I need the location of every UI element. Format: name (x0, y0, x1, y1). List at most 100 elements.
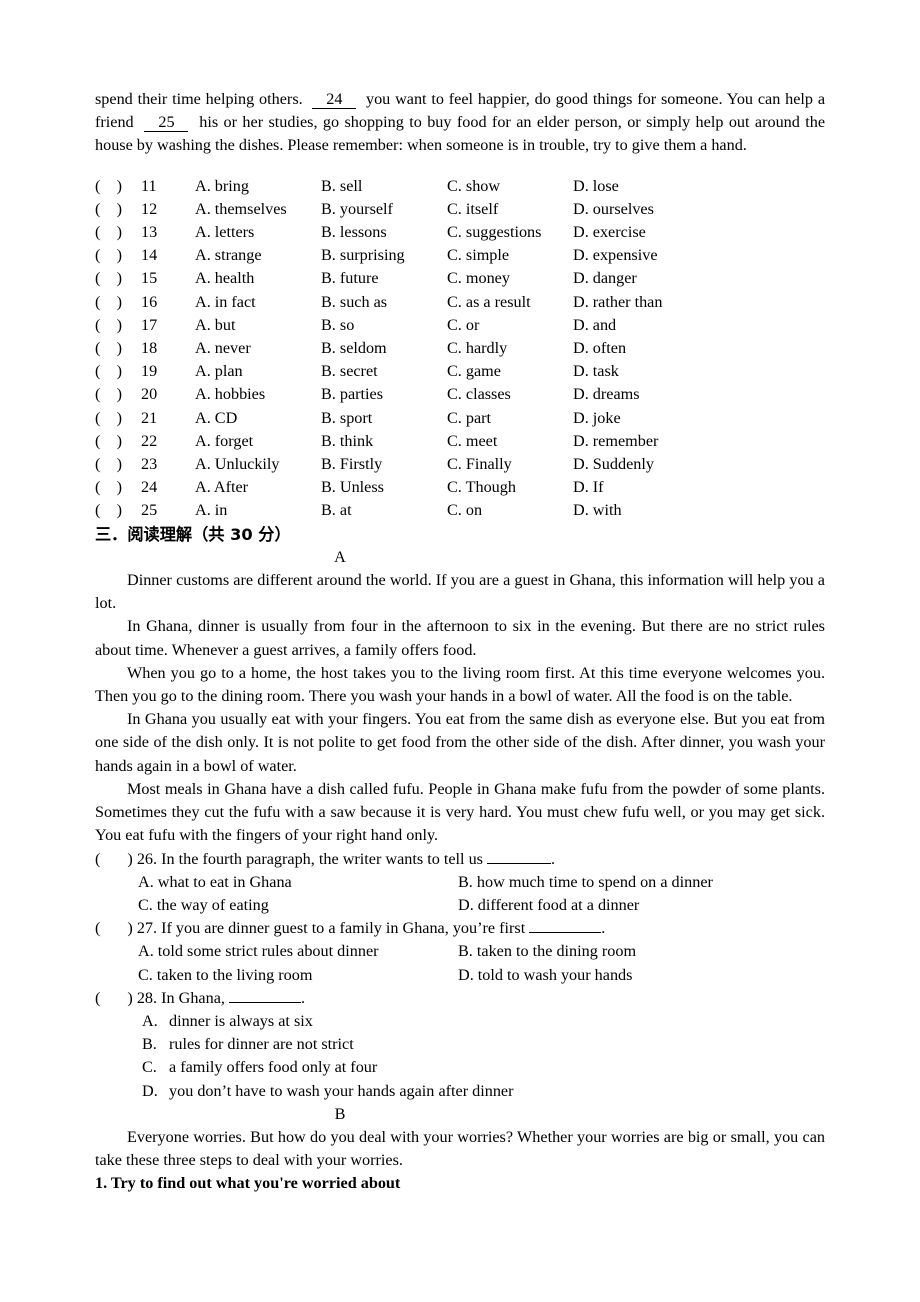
answer-bracket-cell[interactable]: ( ) (95, 430, 141, 453)
option-b[interactable]: B. such as (321, 291, 447, 314)
option-a[interactable]: A. what to eat in Ghana (138, 871, 458, 894)
option-a[interactable]: A. plan (195, 360, 321, 383)
question-27-period: . (601, 919, 606, 938)
option-b[interactable]: B. sell (321, 175, 447, 198)
option-d[interactable]: D. rather than (573, 291, 703, 314)
option-d[interactable]: D. exercise (573, 221, 703, 244)
answer-bracket-cell[interactable]: ( ) (95, 499, 141, 522)
option-b[interactable]: B. parties (321, 383, 447, 406)
option-d[interactable]: D. ourselves (573, 198, 703, 221)
option-c[interactable]: C. Though (447, 476, 573, 499)
close-paren: ) (116, 223, 122, 242)
option-c[interactable]: C. Finally (447, 453, 573, 476)
option-d[interactable]: D. expensive (573, 244, 703, 267)
option-b[interactable]: B. so (321, 314, 447, 337)
open-paren: ( (95, 408, 101, 427)
option-b[interactable]: B. surprising (321, 244, 447, 267)
option-a[interactable]: A. never (195, 337, 321, 360)
option-b[interactable]: B. how much time to spend on a dinner (458, 871, 825, 894)
option-a[interactable]: A. bring (195, 175, 321, 198)
option-c[interactable]: C. show (447, 175, 573, 198)
answer-bracket-cell[interactable]: ( ) (95, 453, 141, 476)
option-b[interactable]: B. sport (321, 407, 447, 430)
answer-bracket-cell[interactable]: ( ) (95, 383, 141, 406)
option-a[interactable]: A. told some strict rules about dinner (138, 940, 458, 963)
option-d[interactable]: D. told to wash your hands (458, 964, 825, 987)
answer-bracket-cell[interactable]: ( ) (95, 244, 141, 267)
option-d[interactable]: D. often (573, 337, 703, 360)
option-c[interactable]: C. meet (447, 430, 573, 453)
option-d[interactable]: D. If (573, 476, 703, 499)
option-d[interactable]: D. danger (573, 267, 703, 290)
option-d[interactable]: D. task (573, 360, 703, 383)
question-28-option-d[interactable]: D. you don’t have to wash your hands agai… (95, 1080, 825, 1103)
question-28-option-a[interactable]: A. dinner is always at six (95, 1010, 825, 1033)
option-b[interactable]: B. yourself (321, 198, 447, 221)
question-28-option-c[interactable]: C. a family offers food only at four (95, 1056, 825, 1079)
option-c[interactable]: C. game (447, 360, 573, 383)
table-row: ( ) 12 A. themselves B. yourself C. itse… (95, 198, 703, 221)
option-c[interactable]: C. classes (447, 383, 573, 406)
option-c[interactable]: C. suggestions (447, 221, 573, 244)
answer-bracket-cell[interactable]: ( ) (95, 360, 141, 383)
option-b[interactable]: B. seldom (321, 337, 447, 360)
table-row: ( ) 13 A. letters B. lessons C. suggesti… (95, 221, 703, 244)
option-d[interactable]: D. lose (573, 175, 703, 198)
option-c[interactable]: C. hardly (447, 337, 573, 360)
option-a[interactable]: A. in fact (195, 291, 321, 314)
answer-bracket-cell[interactable]: ( ) (95, 337, 141, 360)
open-paren: ( (95, 223, 101, 242)
option-b[interactable]: B. Unless (321, 476, 447, 499)
option-a[interactable]: A. strange (195, 244, 321, 267)
option-c[interactable]: C. or (447, 314, 573, 337)
option-b[interactable]: B. secret (321, 360, 447, 383)
option-d[interactable]: D. with (573, 499, 703, 522)
option-b[interactable]: B. taken to the dining room (458, 940, 825, 963)
table-row: ( ) 19 A. plan B. secret C. game D. task (95, 360, 703, 383)
option-a[interactable]: A. Unluckily (195, 453, 321, 476)
option-a[interactable]: A. forget (195, 430, 321, 453)
question-number: 18 (141, 339, 158, 358)
option-b[interactable]: B. lessons (321, 221, 447, 244)
option-d[interactable]: D. and (573, 314, 703, 337)
question-number: 25 (141, 501, 158, 520)
passage-a-label: A (334, 547, 346, 566)
open-paren: ( (95, 919, 101, 938)
option-a[interactable]: A. themselves (195, 198, 321, 221)
option-a[interactable]: A. health (195, 267, 321, 290)
answer-bracket-cell[interactable]: ( ) (95, 267, 141, 290)
option-a[interactable]: A. in (195, 499, 321, 522)
option-d[interactable]: D. Suddenly (573, 453, 703, 476)
answer-bracket-cell[interactable]: ( ) (95, 314, 141, 337)
option-d[interactable]: D. dreams (573, 383, 703, 406)
option-b[interactable]: B. future (321, 267, 447, 290)
option-c[interactable]: C. taken to the living room (138, 964, 458, 987)
answer-bracket-cell[interactable]: ( ) (95, 198, 141, 221)
question-28-option-b[interactable]: B. rules for dinner are not strict (95, 1033, 825, 1056)
option-c[interactable]: C. itself (447, 198, 573, 221)
question-number: 24 (141, 478, 158, 497)
answer-bracket-cell[interactable]: ( ) (95, 221, 141, 244)
option-a[interactable]: A. but (195, 314, 321, 337)
answer-bracket-cell[interactable]: ( ) (95, 175, 141, 198)
option-d[interactable]: D. remember (573, 430, 703, 453)
option-a[interactable]: A. hobbies (195, 383, 321, 406)
option-d[interactable]: D. different food at a dinner (458, 894, 825, 917)
question-number: 23 (141, 455, 158, 474)
option-a[interactable]: A. CD (195, 407, 321, 430)
option-a[interactable]: A. letters (195, 221, 321, 244)
answer-bracket-cell[interactable]: ( ) (95, 291, 141, 314)
option-b[interactable]: B. at (321, 499, 447, 522)
answer-bracket-cell[interactable]: ( ) (95, 407, 141, 430)
option-b[interactable]: B. Firstly (321, 453, 447, 476)
option-c[interactable]: C. part (447, 407, 573, 430)
option-d[interactable]: D. joke (573, 407, 703, 430)
option-c[interactable]: C. as a result (447, 291, 573, 314)
answer-bracket-cell[interactable]: ( ) (95, 476, 141, 499)
option-c[interactable]: C. the way of eating (138, 894, 458, 917)
option-a[interactable]: A. After (195, 476, 321, 499)
option-c[interactable]: C. money (447, 267, 573, 290)
option-c[interactable]: C. on (447, 499, 573, 522)
option-b[interactable]: B. think (321, 430, 447, 453)
option-c[interactable]: C. simple (447, 244, 573, 267)
